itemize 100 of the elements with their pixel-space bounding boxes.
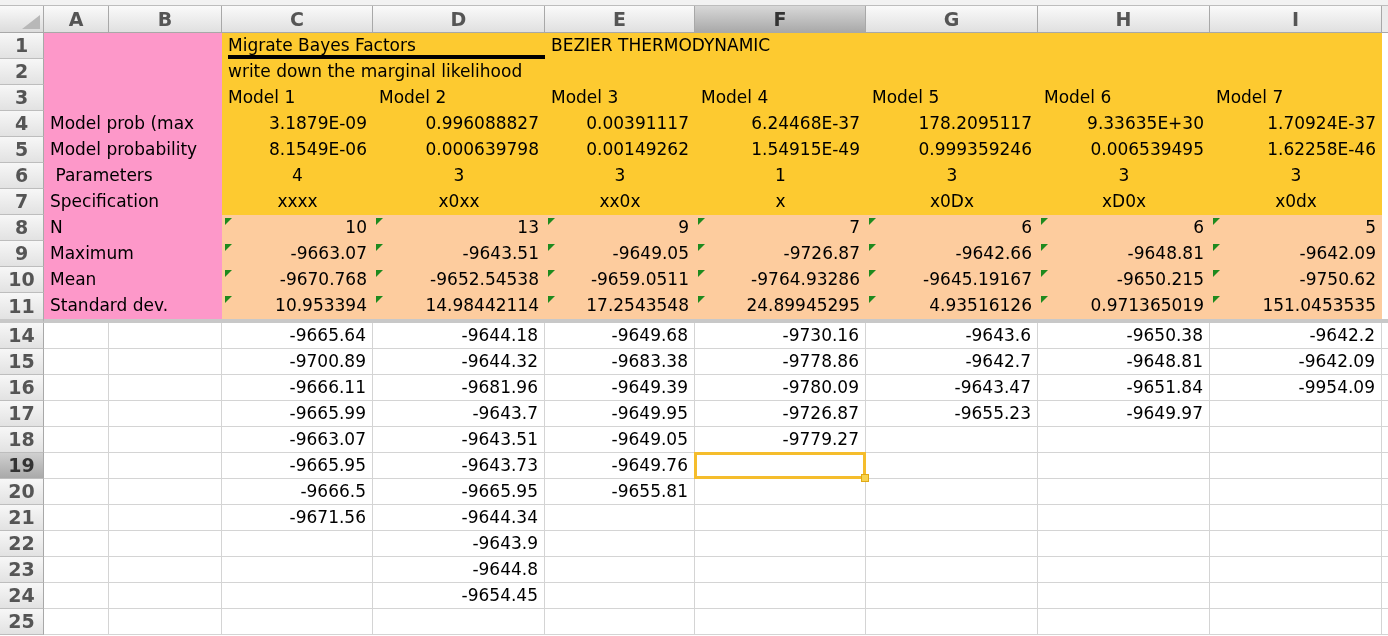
column-header[interactable]: A [44, 6, 109, 33]
cell-text: Standard dev. [50, 294, 169, 318]
row-header[interactable]: 10 [0, 267, 44, 293]
cell-text: -9649.97 [1126, 401, 1203, 425]
column-header[interactable]: B [109, 6, 222, 33]
cell-text: -9654.45 [461, 583, 538, 607]
cell-text: Specification [50, 190, 160, 214]
cell-text: 9 [678, 216, 689, 240]
cell-text: -9954.09 [1298, 375, 1375, 399]
table-cell [44, 453, 109, 479]
row-header[interactable]: 4 [0, 111, 44, 137]
row-header[interactable]: 9 [0, 241, 44, 267]
cell-text: x [775, 190, 786, 214]
cell-text: -9652.54538 [430, 268, 539, 292]
row-header[interactable]: 16 [0, 375, 44, 401]
cell-text: -9644.32 [461, 349, 538, 373]
cell-text: x0dx [1275, 190, 1317, 214]
cell-text: -9643.6 [965, 323, 1031, 347]
table-cell [44, 479, 109, 505]
column-header[interactable]: E [545, 6, 695, 33]
row-header[interactable]: 1 [0, 33, 44, 59]
cell-text: 6 [1193, 216, 1204, 240]
cell-text: -9666.11 [289, 375, 366, 399]
cell-text: -9643.47 [954, 375, 1031, 399]
column-header[interactable]: D [373, 6, 545, 33]
cell-text: 6 [1021, 216, 1032, 240]
cell-text: -9642.66 [955, 242, 1032, 266]
cell-text: -9779.27 [782, 427, 859, 451]
cell-text: Model prob (max [50, 112, 195, 136]
row-header[interactable]: 3 [0, 85, 44, 111]
row-header[interactable]: 2 [0, 59, 44, 85]
header-gutter [1382, 6, 1388, 33]
row-header[interactable]: 24 [0, 583, 44, 609]
cell-text: -9642.7 [965, 349, 1031, 373]
select-all-button[interactable] [0, 6, 44, 33]
cell-text: 1.70924E-37 [1267, 112, 1376, 136]
row-header[interactable]: 18 [0, 427, 44, 453]
cell-text: Model 1 [228, 86, 296, 110]
cell-text: write down the marginal likelihood [228, 60, 523, 84]
row-header[interactable]: 22 [0, 531, 44, 557]
cell-text: -9642.09 [1299, 242, 1376, 266]
cell-text: -9648.81 [1126, 349, 1203, 373]
cell-text: x0Dx [930, 190, 974, 214]
cell-text: xD0x [1102, 190, 1146, 214]
table-cell [44, 583, 109, 609]
table-cell [44, 505, 109, 531]
cell-text: 6.24468E-37 [751, 112, 860, 136]
cell-text: -9655.81 [611, 479, 688, 503]
cell-text: Migrate Bayes Factors [228, 34, 416, 58]
row-header[interactable]: 23 [0, 557, 44, 583]
cell-text: Model 5 [872, 86, 940, 110]
row-header[interactable]: 15 [0, 349, 44, 375]
cell-text: -9643.7 [472, 401, 538, 425]
cell-text: -9681.96 [461, 375, 538, 399]
cell-text: -9764.93286 [751, 268, 860, 292]
row-header[interactable]: 7 [0, 189, 44, 215]
cell-text: -9683.38 [611, 349, 688, 373]
cell-text: -9643.9 [472, 531, 538, 555]
column-header[interactable]: F [695, 6, 866, 33]
cell-text: -9663.07 [289, 427, 366, 451]
cell-text: -9665.95 [289, 453, 366, 477]
row-header[interactable]: 25 [0, 609, 44, 635]
cell-text: 3 [614, 164, 626, 188]
table-cell [44, 609, 109, 635]
row-header[interactable]: 6 [0, 163, 44, 189]
cell-text: 14.98442114 [425, 294, 539, 318]
cell-text: -9643.51 [462, 242, 539, 266]
cell-text: 9.33635E+30 [1087, 112, 1204, 136]
column-header[interactable]: C [222, 6, 373, 33]
row-header[interactable]: 19 [0, 453, 44, 479]
cell-text: -9726.87 [782, 401, 859, 425]
row-header[interactable]: 17 [0, 401, 44, 427]
cell-text: -9650.215 [1116, 268, 1204, 292]
row-header[interactable]: 14 [0, 323, 44, 349]
cell-text: -9659.0511 [590, 268, 689, 292]
selected-cell[interactable] [695, 453, 866, 479]
column-header[interactable]: H [1038, 6, 1210, 33]
row-header[interactable]: 8 [0, 215, 44, 241]
cell-text: 0.00391117 [586, 112, 689, 136]
cell-text: -9750.62 [1299, 268, 1376, 292]
column-header[interactable]: I [1210, 6, 1382, 33]
cell-text: 1.54915E-49 [751, 138, 860, 162]
cell-text: xxxx [277, 190, 318, 214]
column-header[interactable]: G [866, 6, 1038, 33]
cell-text: 5 [1365, 216, 1376, 240]
cell-text: -9642.09 [1298, 349, 1375, 373]
cell-text: 7 [849, 216, 860, 240]
cell-text: 0.006539495 [1090, 138, 1204, 162]
row-header[interactable]: 5 [0, 137, 44, 163]
row-header[interactable]: 11 [0, 293, 44, 323]
table-cell [44, 427, 109, 453]
cell-text: -9780.09 [782, 375, 859, 399]
row-header[interactable]: 20 [0, 479, 44, 505]
cell-text: -9665.95 [461, 479, 538, 503]
row-header[interactable]: 21 [0, 505, 44, 531]
cell-text: Model probability [50, 138, 198, 162]
fill-handle[interactable] [861, 474, 869, 482]
cell-text: -9643.73 [461, 453, 538, 477]
cell-text: x0xx [438, 190, 480, 214]
cell-text: Model 2 [379, 86, 447, 110]
